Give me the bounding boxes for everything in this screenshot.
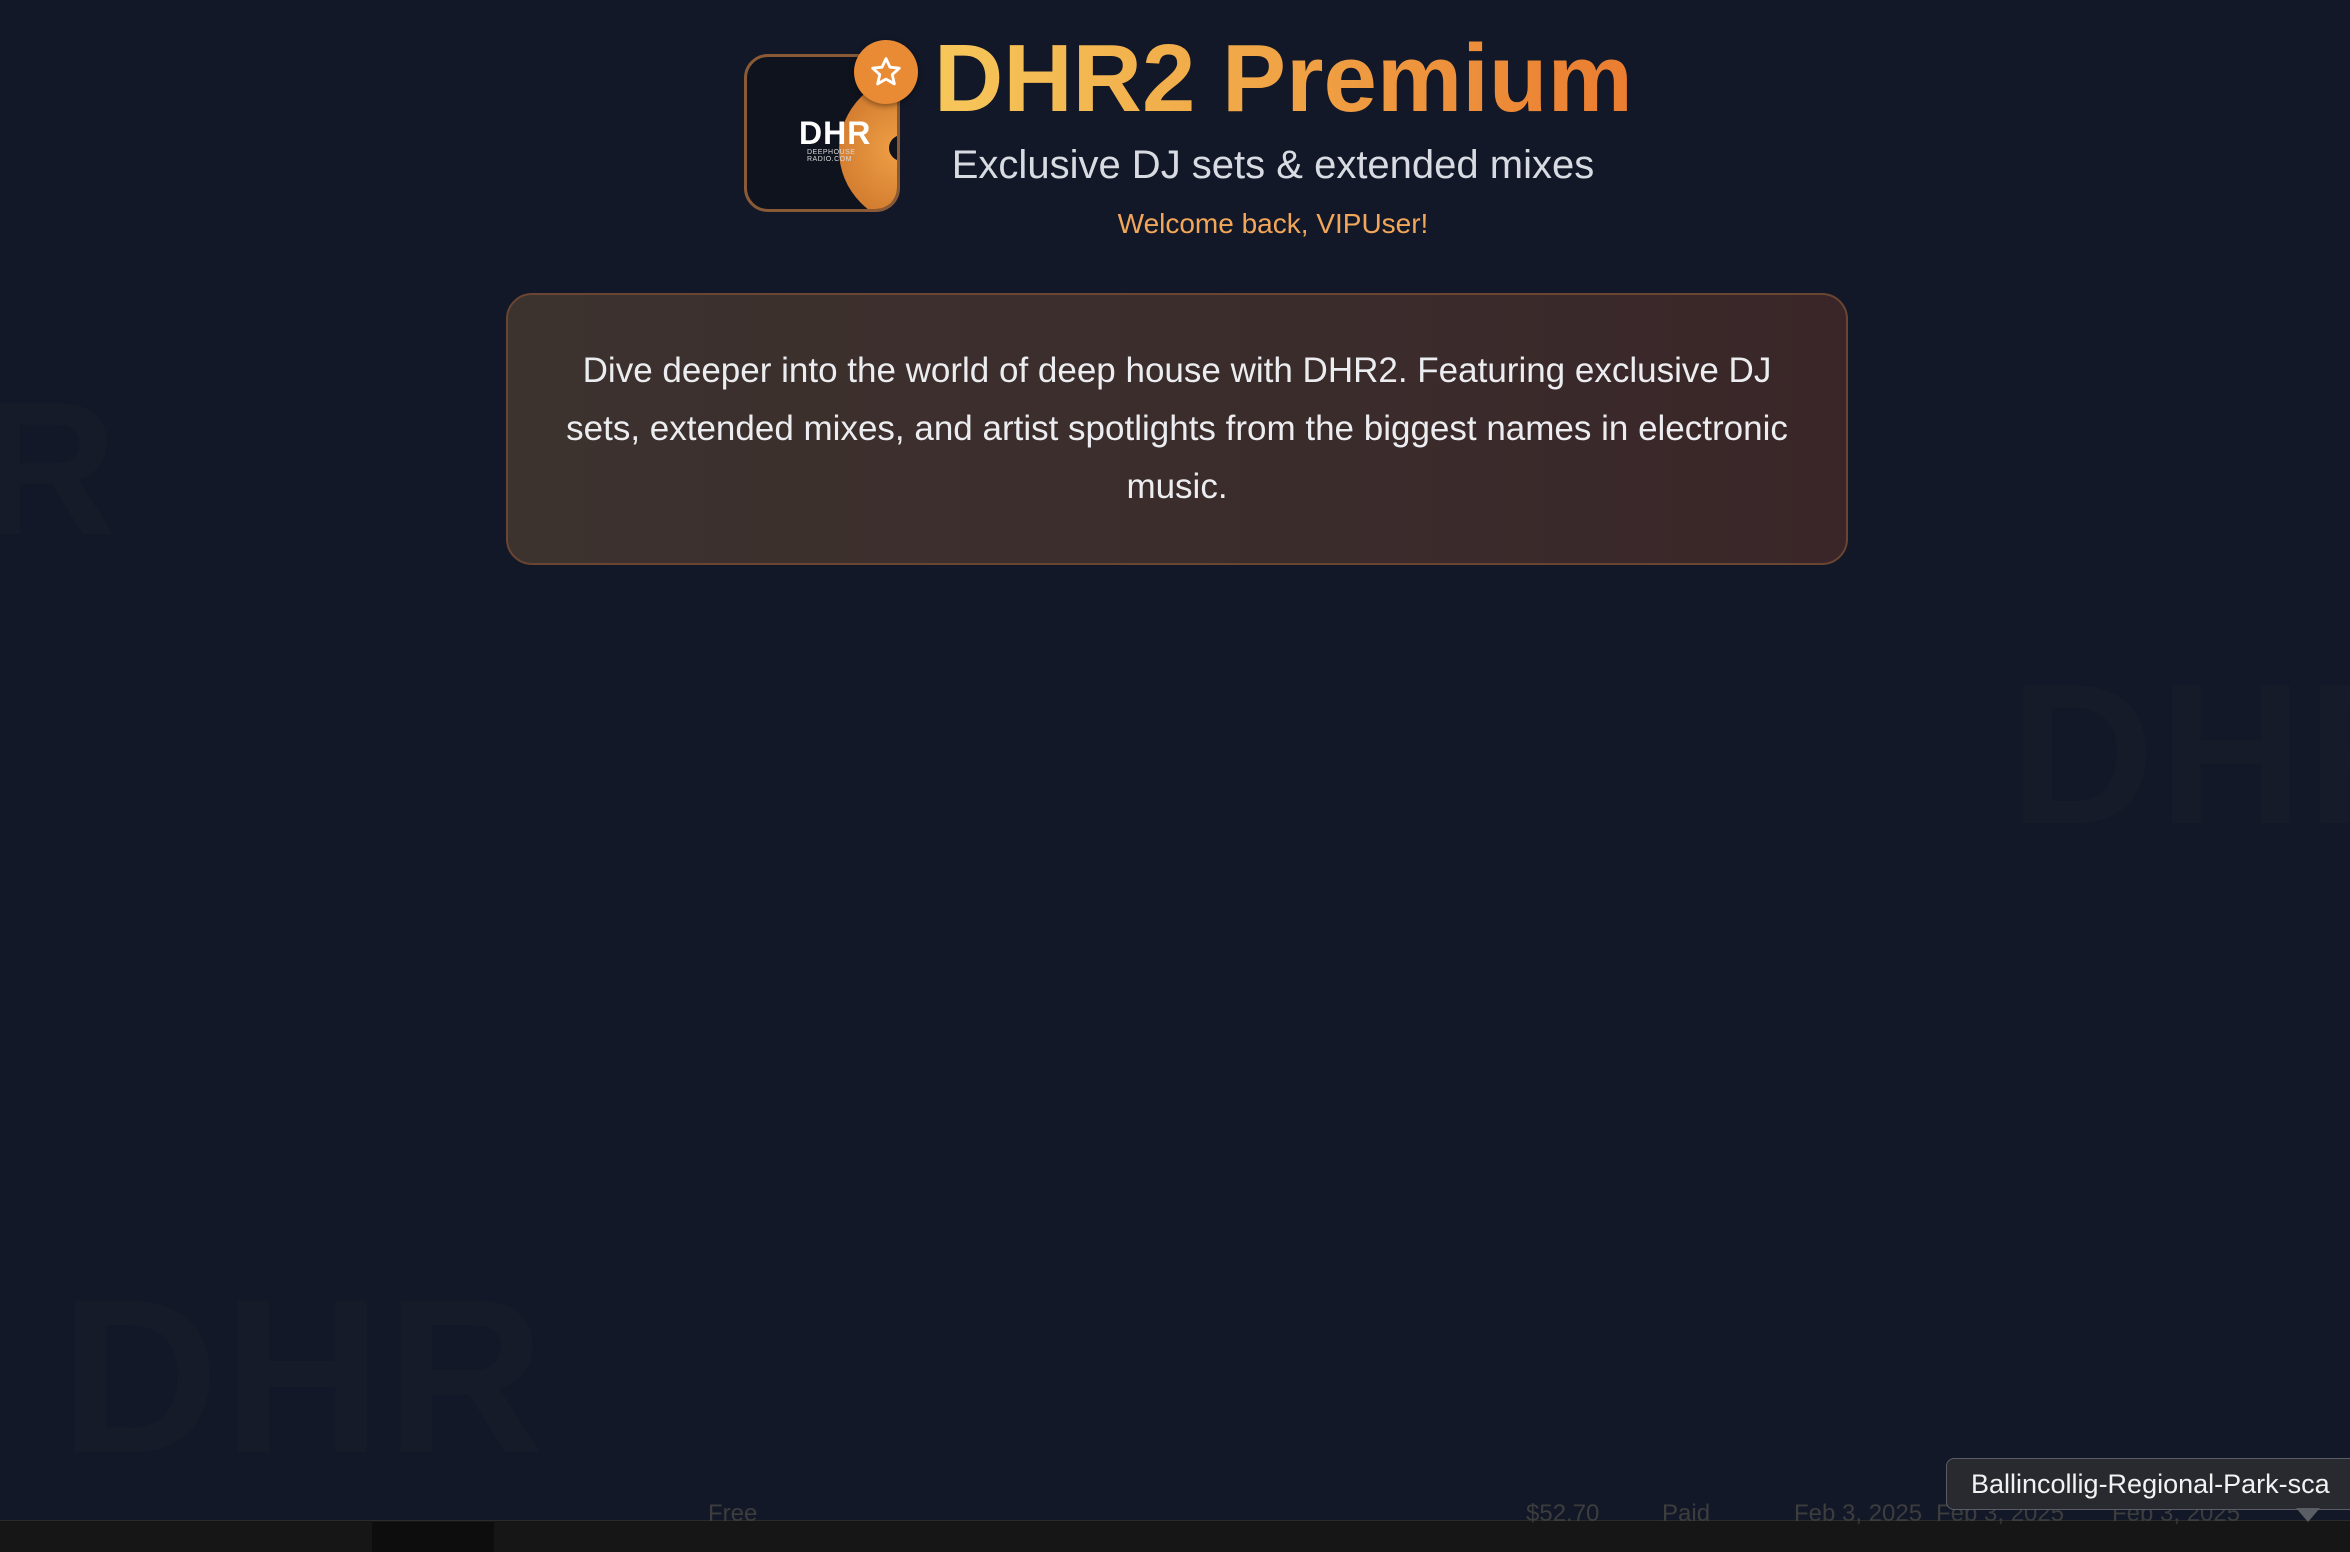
strip-cell-amount: $52.70 [1526, 1500, 1600, 1527]
star-icon [854, 40, 918, 104]
watermark-right: DHR [2010, 643, 2350, 866]
strip-cell-plan: Free [708, 1500, 758, 1527]
page-title: DHR2 Premium [934, 25, 1633, 132]
page-subtitle: Exclusive DJ sets & extended mixes [951, 143, 1595, 187]
description-card: Dive deeper into the world of deep house… [506, 293, 1848, 565]
tooltip-text: Ballincollig-Regional-Park-sca [1971, 1468, 2330, 1499]
filename-tooltip: Ballincollig-Regional-Park-sca [1946, 1458, 2350, 1510]
strip-cell-status: Paid [1662, 1500, 1711, 1527]
strip-cell-date: Feb 3, 2025 [1794, 1500, 1923, 1527]
page-header: DHR DEEPHOUSE RADIO.COM DHR2 Premium Exc… [0, 0, 2350, 280]
tooltip-arrow [2296, 1508, 2320, 1522]
welcome-message: Welcome back, VIPUser! [1117, 208, 1429, 239]
description-text: Dive deeper into the world of deep house… [566, 351, 1788, 506]
bottom-strip-block [372, 1522, 494, 1552]
page: R DHR DHR DHR DEEPHOUSE RADIO.COM DHR2 P… [0, 0, 2350, 1552]
watermark-left: R [0, 363, 122, 575]
watermark-bottom: DHR [60, 1253, 549, 1499]
